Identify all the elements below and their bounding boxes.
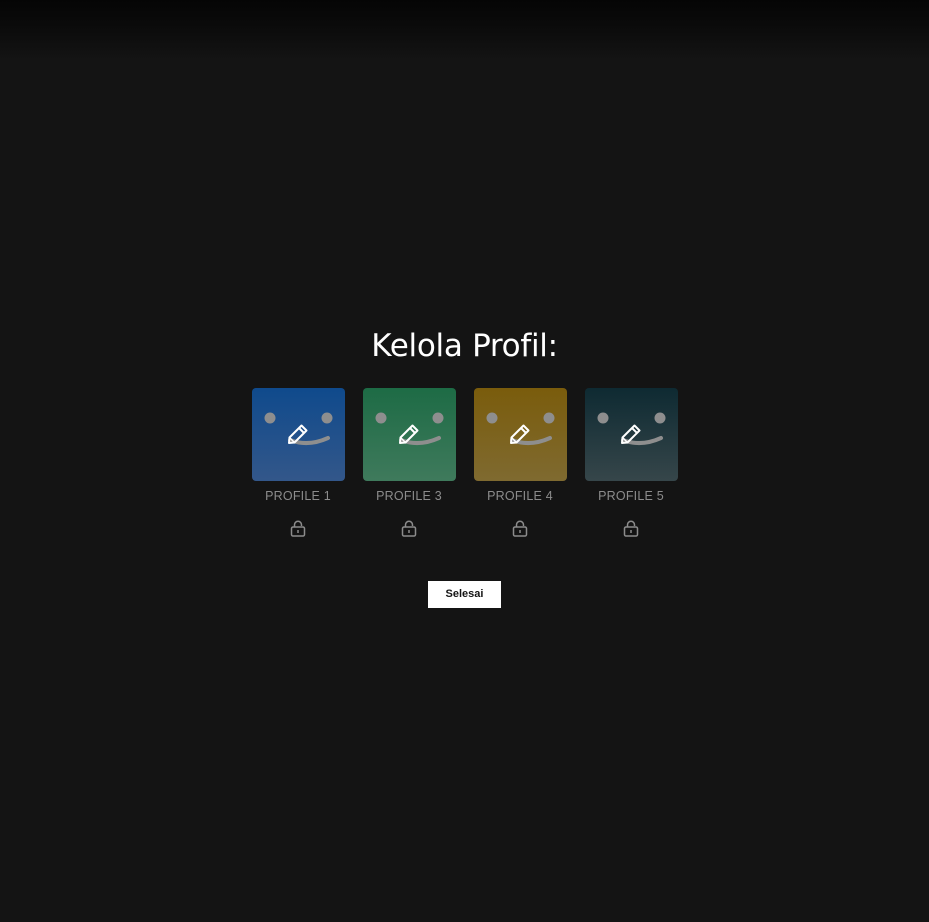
- edit-pencil-icon[interactable]: [397, 422, 421, 446]
- profile-item[interactable]: PROFILE 3: [362, 388, 456, 537]
- page-title: Kelola Profil:: [371, 328, 558, 364]
- profile-avatar[interactable]: [584, 388, 678, 481]
- edit-pencil-icon[interactable]: [619, 422, 643, 446]
- profile-avatar[interactable]: [251, 388, 345, 481]
- profile-name: PROFILE 1: [265, 489, 331, 503]
- lock-icon[interactable]: [512, 520, 528, 537]
- profile-list: PROFILE 1 PROFILE 3 PROFILE 4 PROFILE 5: [0, 388, 929, 537]
- lock-icon[interactable]: [401, 520, 417, 537]
- profile-name: PROFILE 5: [598, 489, 664, 503]
- lock-icon[interactable]: [290, 520, 306, 537]
- profile-avatar[interactable]: [473, 388, 567, 481]
- manage-profiles-container: Kelola Profil: PROFILE 1 PROFILE 3 PROFILE…: [0, 326, 929, 608]
- profile-name: PROFILE 3: [376, 489, 442, 503]
- profile-name: PROFILE 4: [487, 489, 553, 503]
- lock-icon[interactable]: [623, 520, 639, 537]
- profile-item[interactable]: PROFILE 5: [584, 388, 678, 537]
- profile-avatar[interactable]: [362, 388, 456, 481]
- edit-pencil-icon[interactable]: [508, 422, 532, 446]
- top-gradient: [0, 0, 929, 60]
- profile-item[interactable]: PROFILE 1: [251, 388, 345, 537]
- edit-pencil-icon[interactable]: [286, 422, 310, 446]
- profile-item[interactable]: PROFILE 4: [473, 388, 567, 537]
- done-button[interactable]: Selesai: [428, 581, 501, 608]
